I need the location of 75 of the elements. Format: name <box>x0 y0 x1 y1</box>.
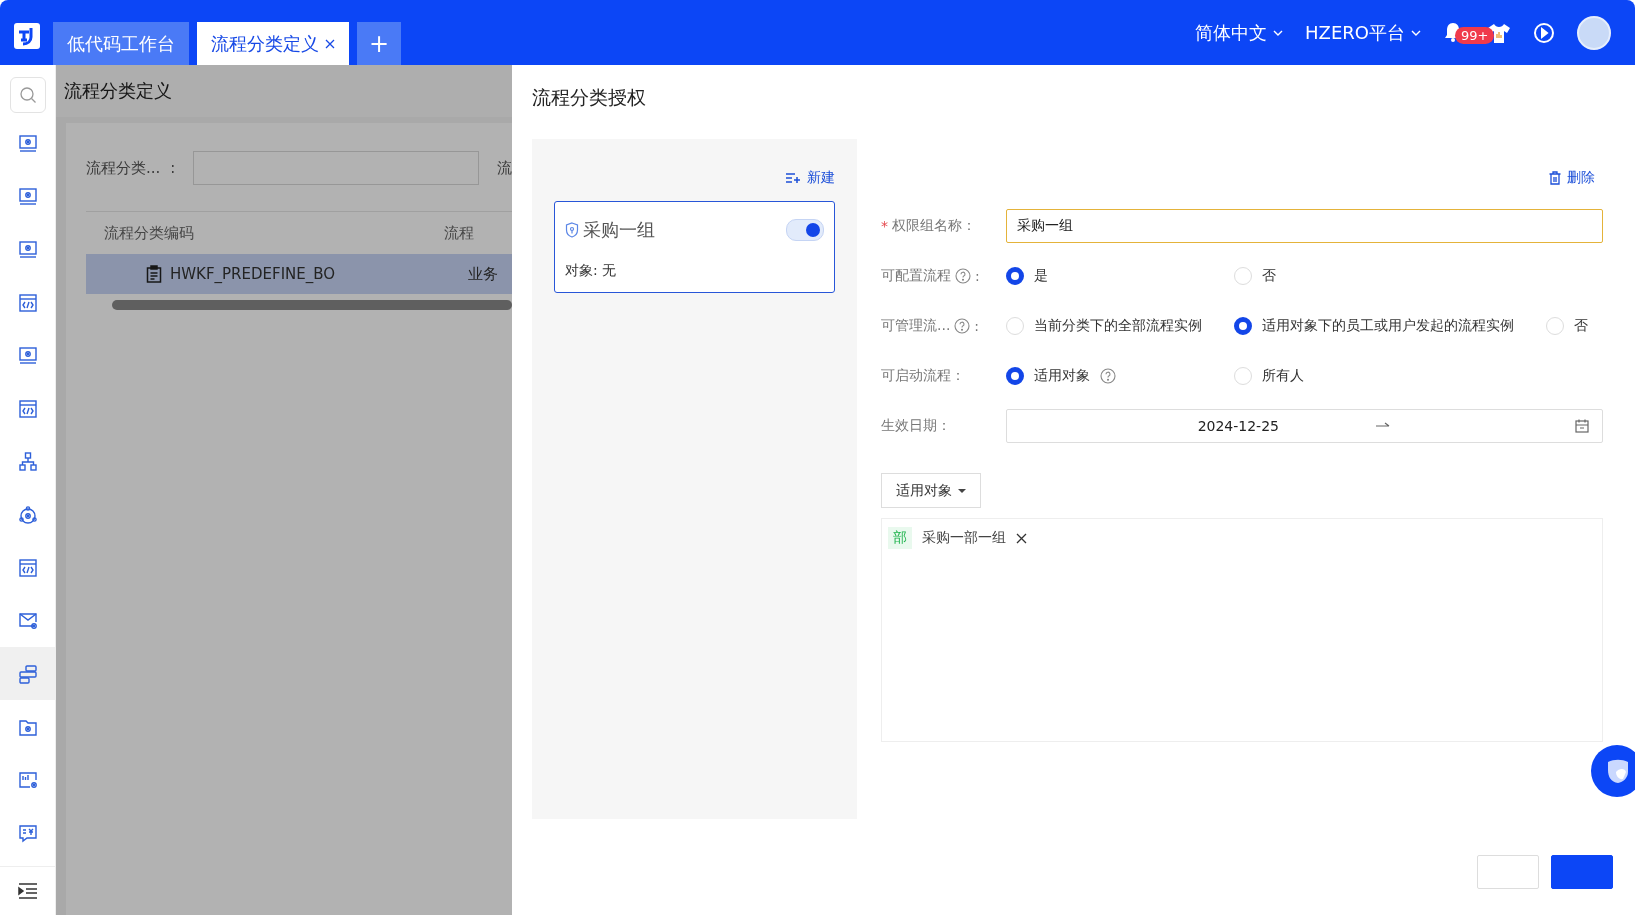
type-tag: 部 <box>888 527 912 549</box>
delete-button[interactable]: 删除 <box>1549 169 1595 187</box>
search-button[interactable] <box>9 77 46 113</box>
calendar-icon <box>1574 418 1590 434</box>
drawer-title: 流程分类授权 <box>532 85 647 110</box>
label-colon: : <box>974 318 980 334</box>
radio-label: 适用对象下的员工或用户发起的流程实例 <box>1262 317 1514 335</box>
chevron-down-icon <box>1273 29 1284 36</box>
target-dropdown-button[interactable]: 适用对象 <box>881 473 981 508</box>
name-input[interactable]: 采购一组 <box>1006 209 1603 243</box>
field-label: 生效日期： <box>881 417 951 435</box>
field-label: 可管理流... <box>881 317 951 335</box>
page-title: 流程分类定义 <box>64 79 172 103</box>
code-window-icon <box>16 556 39 579</box>
platform-dropdown[interactable]: HZERO平台 <box>1305 20 1421 45</box>
group-name: 采购一组 <box>583 218 655 242</box>
filter-label: 流程分类... <box>86 158 161 178</box>
radio-label: 否 <box>1574 317 1588 335</box>
radio-label: 当前分类下的全部流程实例 <box>1034 317 1202 335</box>
monitor-gear-icon <box>16 238 39 261</box>
label-colon: : <box>170 159 176 177</box>
radio-label: 适用对象 <box>1034 367 1090 385</box>
code-window-icon <box>16 291 39 314</box>
radio-button[interactable] <box>1006 367 1024 385</box>
field-label: 可启动流程： <box>881 367 965 385</box>
radio-button[interactable] <box>1234 317 1252 335</box>
date-range-field[interactable]: 2024-12-25 <box>1006 409 1603 443</box>
shield-icon <box>565 222 579 238</box>
column-header: 流程分类编码 <box>103 223 195 243</box>
add-tab-button[interactable]: + <box>357 22 402 65</box>
toggle-switch[interactable] <box>786 219 824 241</box>
column-header: 流程 <box>444 223 474 243</box>
radio-label: 所有人 <box>1262 367 1304 385</box>
monitor-gear-icon <box>16 132 39 155</box>
field-label: 权限组名称： <box>892 217 976 235</box>
clipboard-icon <box>146 265 162 283</box>
avatar[interactable] <box>1577 15 1611 50</box>
new-button[interactable]: 新建 <box>785 169 835 187</box>
logo-icon <box>14 23 40 49</box>
sidebar-item[interactable] <box>0 647 55 700</box>
notification-badge: 99+ <box>1455 26 1495 44</box>
assistant-button[interactable] <box>1591 745 1635 797</box>
required-mark: * <box>881 218 888 234</box>
label-colon: : <box>975 268 980 284</box>
group-objects: 对象: 无 <box>565 262 618 280</box>
language-dropdown[interactable]: 简体中文 <box>1195 20 1284 45</box>
field-label: 可配置流程 <box>881 267 951 285</box>
radio-label: 是 <box>1034 267 1048 285</box>
play-icon[interactable] <box>1533 21 1555 44</box>
target-name: 采购一部一组 <box>922 529 1006 547</box>
radio-button[interactable] <box>1006 267 1024 285</box>
filter-input[interactable] <box>193 151 479 185</box>
chevron-down-icon <box>1411 29 1421 36</box>
layout-blocks-icon <box>16 662 39 685</box>
table-row[interactable]: HWKF_PREDEFINE_BO 业务 <box>86 254 512 294</box>
radio-label: 否 <box>1262 267 1276 285</box>
permission-group-card[interactable]: 采购一组 对象: 无 <box>554 201 835 293</box>
trash-icon <box>1549 171 1561 185</box>
search-icon <box>18 86 37 104</box>
close-icon[interactable] <box>1016 532 1027 544</box>
code-window-icon <box>16 397 39 420</box>
monitor-gear-icon <box>16 185 39 208</box>
menu-collapse-icon[interactable] <box>17 882 38 900</box>
tab[interactable]: 低代码工作台 <box>53 22 189 65</box>
shirt-icon[interactable] <box>1487 21 1511 44</box>
close-icon[interactable] <box>325 38 335 49</box>
table-cell: HWKF_PREDEFINE_BO <box>170 265 336 283</box>
monitor-gear-icon <box>16 344 39 367</box>
list-add-icon <box>785 172 801 184</box>
tab[interactable]: 流程分类定义 <box>197 22 349 65</box>
network-gear-icon <box>16 503 39 526</box>
table-cell: 业务 <box>468 264 498 284</box>
org-chart-icon <box>16 450 39 473</box>
scrollbar[interactable] <box>112 300 512 310</box>
filter-label: 流 <box>497 158 512 178</box>
